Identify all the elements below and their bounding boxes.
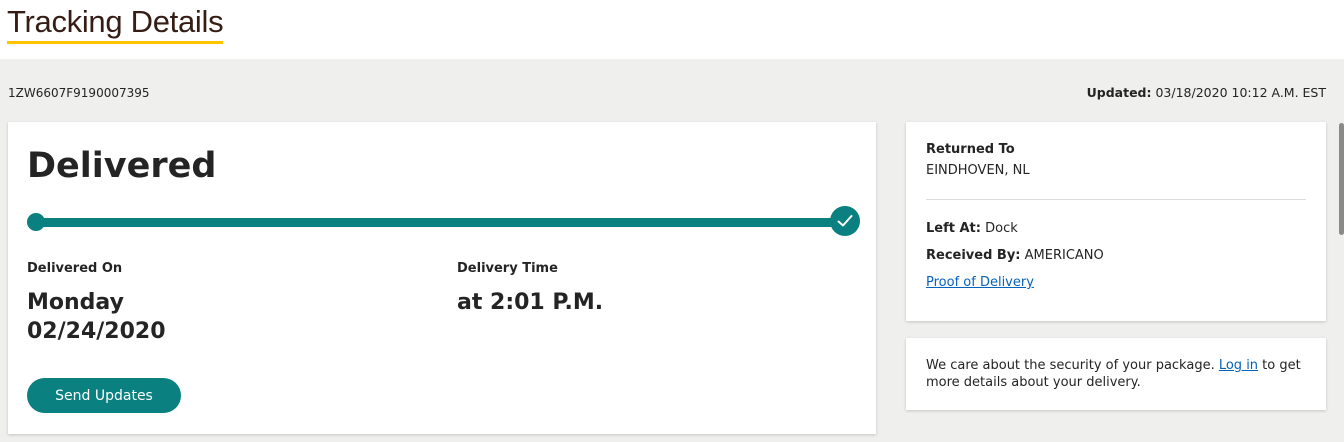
delivered-on-day: Monday — [27, 290, 124, 315]
returned-to-label: Returned To — [926, 142, 1015, 157]
received-by-value: AMERICANO — [1020, 248, 1104, 263]
security-notice: We care about the security of your packa… — [926, 357, 1306, 391]
returned-to-value: EINDHOVEN, NL — [926, 163, 1030, 178]
left-at-value: Dock — [980, 221, 1018, 236]
received-by-label: Received By: — [926, 248, 1021, 263]
check-icon — [837, 215, 853, 227]
updated-timestamp: Updated: 03/18/2020 10:12 A.M. EST — [1087, 85, 1326, 100]
received-by: Received By: AMERICANO — [926, 248, 1104, 263]
delivery-status: Delivered — [27, 146, 217, 186]
delivered-on-date: 02/24/2020 — [27, 319, 166, 344]
tracking-number: 1ZW6607F9190007395 — [8, 86, 150, 100]
login-link[interactable]: Log in — [1219, 358, 1258, 373]
security-text-before: We care about the security of your packa… — [926, 358, 1219, 373]
progress-start-dot — [27, 213, 45, 231]
delivery-details-card: Returned To EINDHOVEN, NL Left At: Dock … — [906, 122, 1326, 321]
left-at-label: Left At: — [926, 221, 981, 236]
security-notice-card: We care about the security of your packa… — [906, 338, 1326, 410]
page-title: Tracking Details — [7, 4, 224, 44]
details-divider — [926, 199, 1306, 200]
delivery-time-value: at 2:01 P.M. — [457, 290, 604, 315]
send-updates-button[interactable]: Send Updates — [27, 378, 181, 413]
tracking-content: 1ZW6607F9190007395 Updated: 03/18/2020 1… — [0, 59, 1344, 442]
proof-of-delivery-link[interactable]: Proof of Delivery — [926, 275, 1034, 290]
delivery-status-card: Delivered Delivered On Monday 02/24/2020… — [8, 122, 876, 434]
delivered-on-label: Delivered On — [27, 261, 123, 276]
scrollbar-thumb[interactable] — [1339, 123, 1344, 235]
left-at: Left At: Dock — [926, 221, 1018, 236]
updated-label: Updated: — [1086, 85, 1152, 100]
delivery-time-label: Delivery Time — [457, 261, 558, 276]
progress-bar — [36, 218, 844, 227]
updated-value: 03/18/2020 10:12 A.M. EST — [1151, 85, 1326, 100]
page-header: Tracking Details — [0, 0, 1344, 59]
progress-complete-marker — [830, 206, 860, 236]
